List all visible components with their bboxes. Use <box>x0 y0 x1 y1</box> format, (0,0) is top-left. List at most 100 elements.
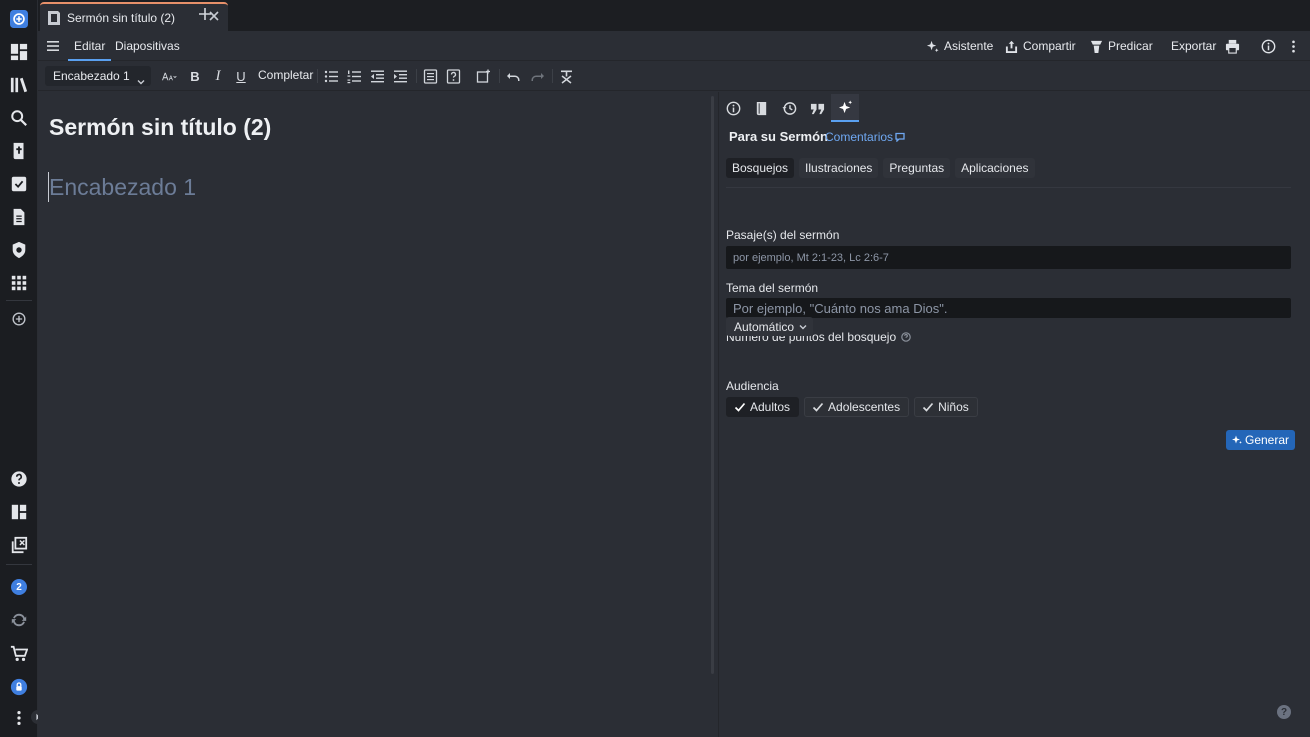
generate-label: Generar <box>1245 433 1290 447</box>
app-logo-icon[interactable] <box>9 9 29 29</box>
numbered-list-icon[interactable] <box>347 68 362 84</box>
subtab-outlines[interactable]: Bosquejos <box>726 158 795 178</box>
chevron-down-icon <box>799 324 807 329</box>
redo-icon[interactable] <box>530 68 545 84</box>
add-slide-icon[interactable] <box>476 68 491 84</box>
library-icon[interactable] <box>9 75 29 95</box>
share-button[interactable]: Compartir <box>1005 31 1076 61</box>
help-circle-icon[interactable] <box>901 332 911 342</box>
new-tab-button[interactable] <box>198 7 212 21</box>
panel-tabs <box>719 92 1310 122</box>
apps-grid-icon[interactable] <box>9 273 29 293</box>
topic-input[interactable]: Por ejemplo, "Cuánto nos ama Dios". <box>726 298 1291 318</box>
detach-window-icon[interactable] <box>9 535 29 555</box>
export-button[interactable]: Exportar <box>1171 31 1216 61</box>
dashboard-icon[interactable] <box>9 42 29 62</box>
panel-title: Para su Sermón <box>729 129 828 144</box>
bible-icon[interactable] <box>9 141 29 161</box>
more-vertical-icon[interactable] <box>9 708 29 728</box>
add-circle-icon[interactable] <box>9 309 29 329</box>
sync-icon[interactable] <box>9 610 29 630</box>
layout-icon[interactable] <box>9 502 29 522</box>
notifications-badge[interactable]: 2 <box>9 577 29 597</box>
share-icon <box>1005 40 1018 53</box>
help-icon[interactable] <box>9 469 29 489</box>
passage-label: Pasaje(s) del sermón <box>726 228 840 242</box>
editor-pane[interactable]: Sermón sin título (2) Encabezado 1 <box>38 92 712 737</box>
share-label: Compartir <box>1023 39 1076 53</box>
subtab-questions[interactable]: Preguntas <box>883 158 951 178</box>
export-label: Exportar <box>1171 39 1217 53</box>
chevron-down-icon <box>137 72 145 85</box>
subtab-illustrations[interactable]: Ilustraciones <box>799 158 879 178</box>
font-size-icon[interactable] <box>158 68 180 84</box>
book-icon <box>756 101 766 115</box>
pane-resize-handle[interactable] <box>711 96 714 674</box>
panel-tab-quotes[interactable] <box>803 94 831 122</box>
complete-button[interactable]: Completar <box>258 68 313 82</box>
shield-icon[interactable] <box>9 240 29 260</box>
panel-tab-assistant[interactable] <box>831 94 859 122</box>
generate-button[interactable]: Generar <box>1226 430 1296 450</box>
subtab-applications[interactable]: Aplicaciones <box>955 158 1035 178</box>
question-block-icon[interactable] <box>446 68 461 84</box>
tasks-icon[interactable] <box>9 174 29 194</box>
sparkle-icon <box>1232 435 1242 444</box>
points-dropdown[interactable]: Automático <box>726 317 814 336</box>
comments-link[interactable]: Comentarios <box>825 130 905 144</box>
panel-tab-history[interactable] <box>775 94 803 122</box>
outdent-icon[interactable] <box>370 68 385 84</box>
assistant-button[interactable]: Asistente <box>926 31 993 61</box>
panel-tab-info[interactable] <box>719 94 747 122</box>
underline-icon[interactable]: U <box>234 68 248 84</box>
cart-icon[interactable] <box>9 644 29 664</box>
rail-divider-2 <box>6 564 32 565</box>
check-icon <box>734 402 746 412</box>
toolbar-divider <box>317 69 318 83</box>
search-icon[interactable] <box>9 108 29 128</box>
undo-icon[interactable] <box>506 68 521 84</box>
passage-input[interactable]: por ejemplo, Mt 2:1-23, Lc 2:6-7 <box>726 246 1291 269</box>
assistant-label: Asistente <box>944 39 994 53</box>
document-icon[interactable] <box>9 207 29 227</box>
more-options-icon[interactable] <box>1286 31 1301 61</box>
indent-icon[interactable] <box>393 68 408 84</box>
check-icon <box>812 402 824 412</box>
history-icon <box>781 101 796 115</box>
panel-tab-bible[interactable] <box>747 94 775 122</box>
info-icon[interactable] <box>1261 31 1276 61</box>
rail-divider <box>6 300 32 301</box>
print-icon[interactable] <box>1225 31 1240 61</box>
heading-placeholder[interactable]: Encabezado 1 <box>49 174 196 201</box>
comments-label: Comentarios <box>825 130 894 144</box>
audience-children-label: Niños <box>938 400 969 414</box>
audience-children-toggle[interactable]: Niños <box>914 397 978 417</box>
bold-icon[interactable]: B <box>188 68 202 84</box>
audience-teens-toggle[interactable]: Adolescentes <box>804 397 910 417</box>
document-title[interactable]: Sermón sin título (2) <box>49 114 271 141</box>
tab-slides[interactable]: Diapositivas <box>115 31 180 61</box>
panel-divider <box>726 187 1291 188</box>
pulpit-icon <box>1090 40 1103 53</box>
points-value: Automático <box>734 319 795 334</box>
tab-edit[interactable]: Editar <box>68 31 112 61</box>
hamburger-menu-icon[interactable] <box>46 39 60 53</box>
plus-icon <box>199 8 211 20</box>
quote-icon <box>810 103 824 114</box>
account-icon[interactable] <box>9 677 29 697</box>
toolbar-divider-3 <box>499 69 500 83</box>
panel-help-icon[interactable]: ? <box>1277 705 1291 719</box>
content-type-tabs: Bosquejos Ilustraciones Preguntas Aplica… <box>726 158 1035 178</box>
clear-format-icon[interactable] <box>559 68 574 84</box>
bullet-list-icon[interactable] <box>324 68 339 84</box>
paragraph-style-select[interactable]: Encabezado 1 <box>45 66 151 86</box>
audience-adults-label: Adultos <box>750 400 791 414</box>
italic-icon[interactable]: I <box>211 68 225 84</box>
insert-block-icon[interactable] <box>423 68 438 84</box>
preach-label: Predicar <box>1108 39 1153 53</box>
topic-label: Tema del sermón <box>726 281 819 295</box>
audience-adults-toggle[interactable]: Adultos <box>726 397 800 417</box>
info-circle-icon <box>726 101 740 115</box>
preach-button[interactable]: Predicar <box>1090 31 1153 61</box>
sparkle-icon <box>926 40 939 52</box>
